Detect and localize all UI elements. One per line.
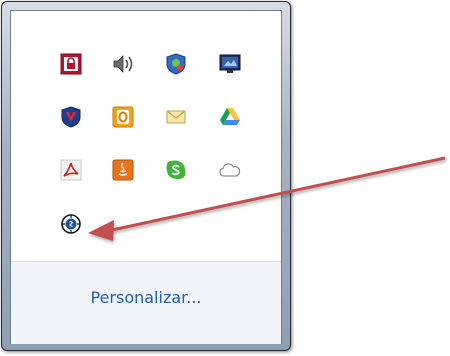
customize-link[interactable]: Personalizar...	[11, 288, 281, 307]
flyout-panel: Personalizar...	[10, 10, 282, 344]
volume-icon[interactable]	[111, 52, 135, 76]
cloud-icon[interactable]	[218, 158, 242, 182]
display-monitor-icon[interactable]	[218, 52, 242, 76]
mail-envelope-icon[interactable]	[164, 105, 188, 129]
flyout-footer: Personalizar...	[11, 261, 281, 344]
acrobat-reader-icon[interactable]	[59, 158, 83, 182]
mcafee-icon[interactable]	[59, 105, 83, 129]
notification-area-overflow-flyout: Personalizar...	[1, 1, 291, 351]
pdf-protect-icon[interactable]	[59, 52, 83, 76]
skype-icon[interactable]	[164, 158, 188, 182]
tray-icon-grid	[11, 11, 281, 261]
google-drive-icon[interactable]	[218, 105, 242, 129]
office-outlook-icon[interactable]	[111, 105, 135, 129]
java-icon[interactable]	[111, 158, 135, 182]
sync-clock-icon[interactable]	[59, 212, 83, 236]
network-shield-icon[interactable]	[164, 52, 188, 76]
